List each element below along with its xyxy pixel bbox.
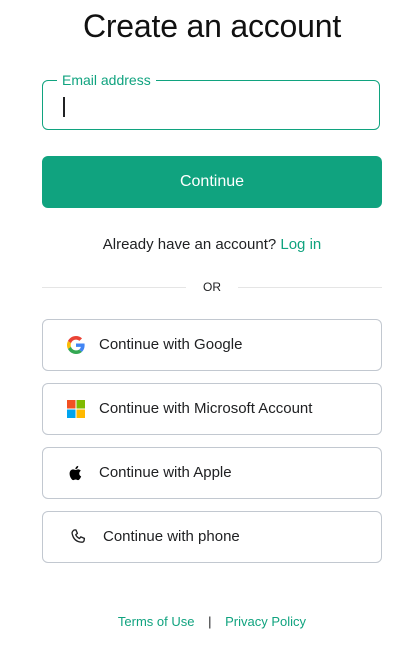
google-icon xyxy=(67,336,85,354)
divider-line-right xyxy=(238,287,382,288)
email-field[interactable]: Email address xyxy=(42,72,380,130)
footer-separator: | xyxy=(208,614,212,629)
divider-line-left xyxy=(42,287,186,288)
divider-label: OR xyxy=(203,280,221,294)
apple-button-label: Continue with Apple xyxy=(99,464,232,481)
login-link[interactable]: Log in xyxy=(280,236,321,253)
login-prompt: Already have an account? Log in xyxy=(0,236,420,253)
page-title: Create an account xyxy=(82,8,342,44)
phone-button-label: Continue with phone xyxy=(103,528,240,545)
continue-button[interactable]: Continue xyxy=(42,156,382,208)
text-cursor xyxy=(63,97,65,117)
footer-links: Terms of Use | Privacy Policy xyxy=(0,614,420,629)
apple-icon xyxy=(69,465,82,481)
continue-with-microsoft-button[interactable]: Continue with Microsoft Account xyxy=(42,383,382,435)
email-input[interactable] xyxy=(57,81,362,129)
terms-of-use-link[interactable]: Terms of Use xyxy=(118,614,195,629)
phone-icon xyxy=(71,529,86,543)
continue-with-apple-button[interactable]: Continue with Apple xyxy=(42,447,382,499)
continue-with-google-button[interactable]: Continue with Google xyxy=(42,319,382,371)
login-prompt-text: Already have an account? xyxy=(102,236,277,253)
microsoft-button-label: Continue with Microsoft Account xyxy=(99,400,313,417)
continue-with-phone-button[interactable]: Continue with phone xyxy=(42,511,382,563)
microsoft-icon xyxy=(67,400,85,418)
privacy-policy-link[interactable]: Privacy Policy xyxy=(225,614,306,629)
google-button-label: Continue with Google xyxy=(99,336,243,353)
